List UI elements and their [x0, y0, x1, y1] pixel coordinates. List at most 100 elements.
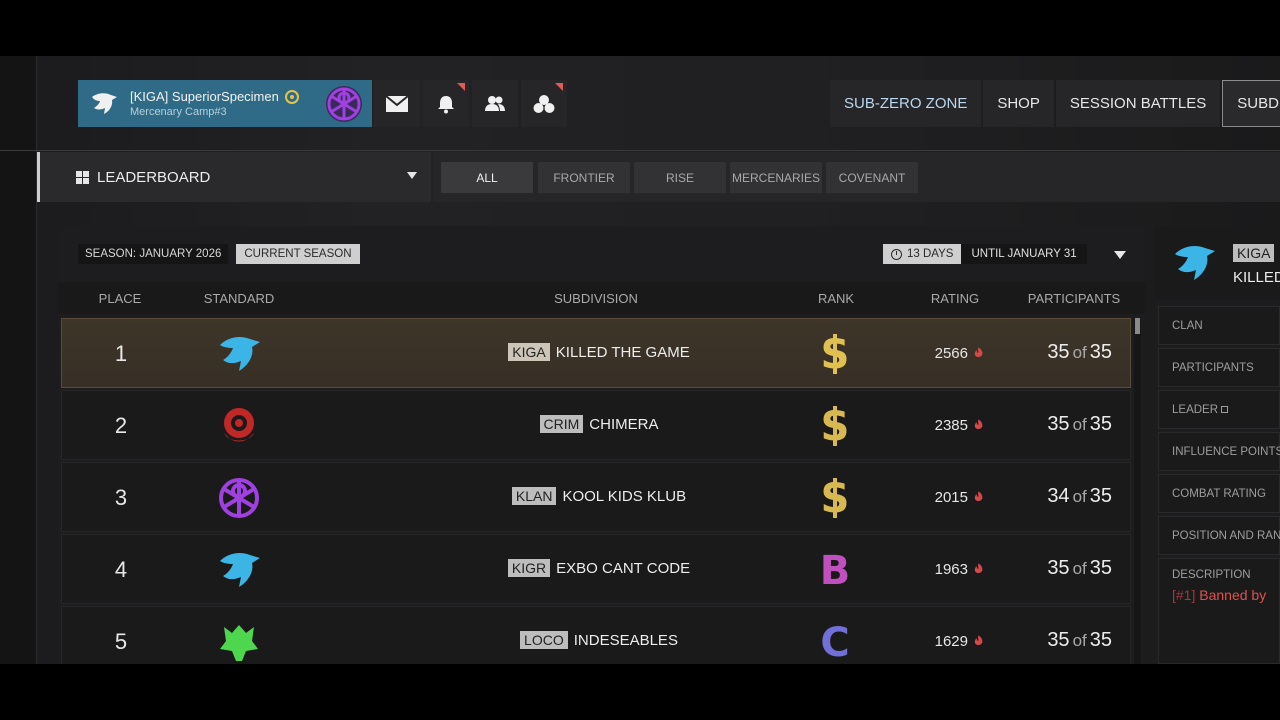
row-subdivision-name: INDESEABLES [573, 631, 678, 649]
rating-flame-icon [973, 417, 984, 434]
row-place: 1 [114, 341, 128, 366]
standard-emblem-icon [216, 619, 262, 664]
eagle-emblem-icon [78, 80, 130, 127]
row-rating: 2385 [934, 417, 968, 434]
row-subdivision-name: CHIMERA [589, 415, 659, 433]
col-subdivision: SUBDIVISION [554, 291, 638, 306]
row-rating: 1963 [934, 561, 968, 578]
friends-button[interactable] [472, 80, 518, 127]
standard-emblem-icon [216, 475, 262, 521]
of-word: of [1072, 487, 1087, 506]
group-icon [533, 94, 555, 113]
filter-covenant[interactable]: COVENANT [826, 162, 918, 193]
row-subdivision-name: EXBO CANT CODE [556, 559, 691, 577]
rank-icon: B [814, 548, 856, 594]
divider [0, 150, 1280, 151]
row-subdivision-name: KOOL KIDS KLUB [562, 487, 687, 505]
days-left: 13 DAYS [907, 248, 954, 260]
detail-header: KIGA KILLED [1155, 226, 1280, 300]
of-word: of [1072, 415, 1087, 434]
notifications-button[interactable] [423, 80, 469, 127]
col-rank: RANK [817, 291, 855, 306]
chevron-down-icon [407, 172, 417, 179]
row-place: 3 [114, 485, 128, 510]
letterbox-top [0, 0, 1280, 56]
rank-icon: S [814, 332, 856, 378]
description-index: [#1] [1172, 587, 1196, 603]
row-place: 2 [114, 413, 128, 438]
rank-icon: S [814, 476, 856, 522]
of-word: of [1072, 631, 1087, 650]
filter-frontier[interactable]: FRONTIER [538, 162, 630, 193]
player-name: [KIGA] SuperiorSpecimen [130, 89, 279, 104]
table-row[interactable]: 5 LOCO INDESEABLES C 1629 35 of 35 [61, 606, 1131, 664]
leaderboard-dropdown[interactable]: LEADERBOARD [37, 152, 431, 202]
mail-icon [385, 94, 409, 112]
player-profile[interactable]: [KIGA] SuperiorSpecimen Mercenary Camp#3 [78, 80, 372, 127]
row-tag: KLAN [511, 487, 557, 505]
group-button[interactable] [521, 80, 567, 127]
filter-all[interactable]: ALL [441, 162, 533, 193]
nav-session-battles[interactable]: SESSION BATTLES [1055, 80, 1221, 127]
row-participants: 35 [1047, 413, 1070, 435]
filter-mercenaries[interactable]: MERCENARIES [730, 162, 822, 193]
eagle-emblem-icon [1175, 246, 1215, 280]
scrollbar-thumb[interactable] [1135, 318, 1140, 334]
row-participants-max: 35 [1089, 413, 1112, 435]
rating-flame-icon [973, 561, 984, 578]
friends-icon [485, 95, 505, 111]
external-link-icon [1221, 406, 1229, 413]
row-tag: LOCO [520, 631, 568, 649]
svg-text:C: C [820, 621, 849, 663]
row-place: 5 [114, 629, 128, 654]
notification-dot [555, 83, 563, 91]
row-participants: 35 [1047, 629, 1070, 651]
col-standard: STANDARD [203, 291, 275, 306]
detail-leader[interactable]: LEADER [1158, 390, 1280, 429]
table-row[interactable]: 2 CRIM CHIMERA S 2385 35of35 [61, 390, 1131, 460]
table-row[interactable]: 1 KIGA KILLED THE GAME S 2566 35of35 [61, 318, 1131, 388]
side-rail [0, 56, 37, 664]
rating-flame-icon [973, 633, 984, 650]
table-row[interactable]: 4 KIGR EXBO CANT CODE B 1963 35 of 35 [61, 534, 1131, 604]
detail-combat-rating: COMBAT RATING [1158, 474, 1280, 513]
mail-button[interactable] [374, 80, 420, 127]
game-screen: [KIGA] SuperiorSpecimen Mercenary Camp#3 [0, 56, 1280, 664]
faction-filter-bar: ALL FRONTIER RISE MERCENARIES COVENANT [433, 152, 1280, 202]
row-participants-max: 35 [1089, 485, 1112, 507]
nav-sub-zero-zone[interactable]: SUB-ZERO ZONE [830, 80, 982, 127]
achievement-badge-icon [284, 89, 299, 104]
season-dropdown-chevron-icon[interactable] [1114, 251, 1126, 259]
row-place: 4 [114, 557, 128, 582]
table-scrollbar[interactable] [1134, 318, 1141, 664]
row-participants-max: 35 [1089, 341, 1112, 363]
row-participants: 35 [1047, 557, 1070, 579]
svg-text:B: B [820, 549, 851, 591]
row-rating: 2015 [934, 489, 968, 506]
filter-rise[interactable]: RISE [634, 162, 726, 193]
player-camp: Mercenary Camp#3 [130, 106, 227, 118]
nav-shop[interactable]: SHOP [983, 80, 1054, 127]
season-timer: 13 DAYS UNTIL JANUARY 31 [883, 244, 1087, 264]
top-navigation: SUB-ZERO ZONE SHOP SESSION BATTLES SUBDI… [830, 80, 1280, 127]
season-label: SEASON: JANUARY 2026 [78, 244, 229, 264]
subdivision-detail-panel: KIGA KILLED CLAN PARTICIPANTS LEADER INF… [1155, 226, 1280, 664]
detail-participants: PARTICIPANTS [1158, 348, 1280, 387]
row-participants-max: 35 [1089, 629, 1112, 651]
of-word: of [1072, 559, 1087, 578]
clock-icon [891, 248, 902, 260]
leaderboard-panel: SEASON: JANUARY 2026 CURRENT SEASON 13 D… [58, 226, 1145, 664]
current-season-badge: CURRENT SEASON [236, 244, 360, 264]
row-participants: 35 [1047, 341, 1070, 363]
standard-emblem-icon [216, 331, 262, 377]
season-info: SEASON: JANUARY 2026 CURRENT SEASON [78, 244, 360, 264]
detail-influence-points: INFLUENCE POINTS [1158, 432, 1280, 471]
bell-icon [438, 95, 454, 113]
row-tag: CRIM [539, 415, 584, 433]
row-tag: KIGR [507, 559, 551, 577]
row-subdivision-name: KILLED THE GAME [555, 343, 690, 361]
nav-subdivisions[interactable]: SUBDIVI [1222, 80, 1280, 127]
description-text: Banned by [1199, 587, 1267, 603]
row-tag: KIGA [508, 343, 550, 361]
table-row[interactable]: 3 KLAN KOOL KIDS KLUB S 2015 34of35 [61, 462, 1131, 532]
